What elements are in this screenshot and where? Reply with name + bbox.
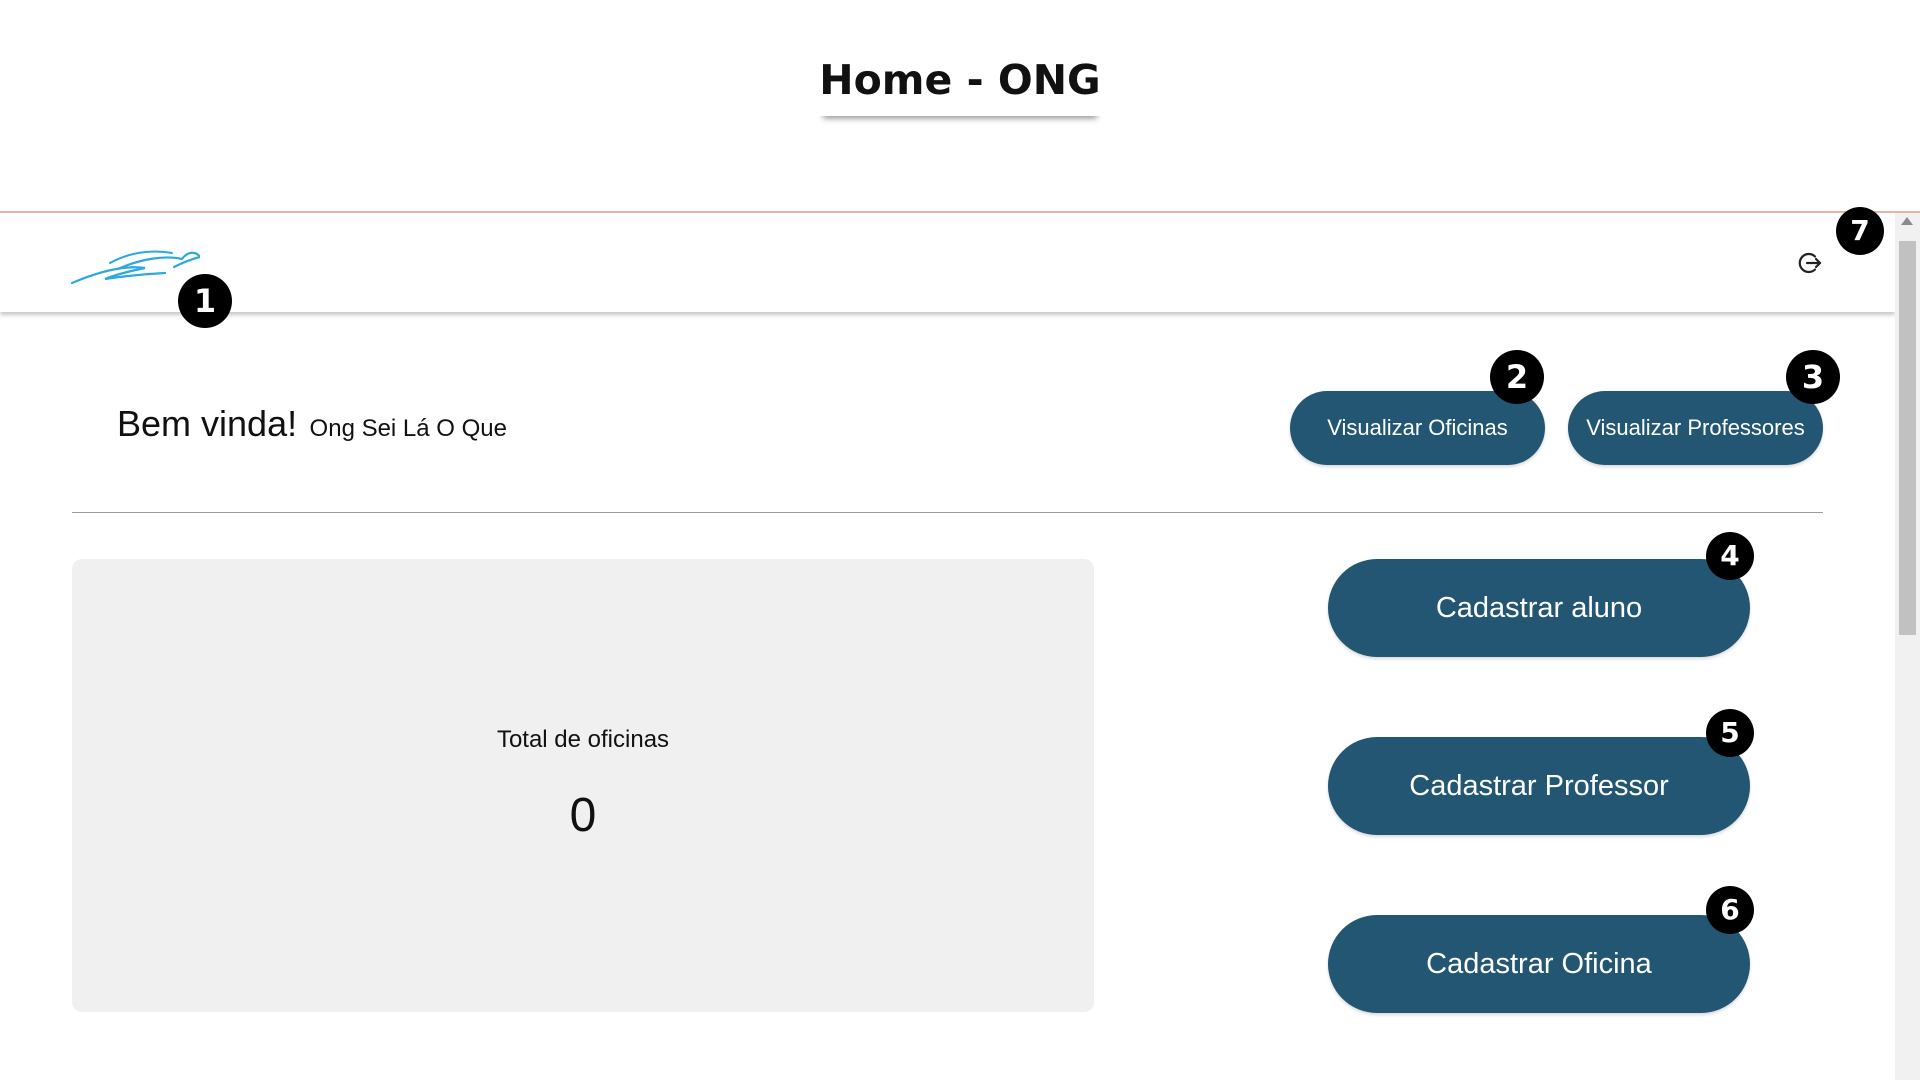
org-name: Ong Sei Lá O Que (309, 415, 507, 442)
scroll-up-arrow-icon[interactable] (1901, 217, 1913, 225)
total-workshops-value: 0 (569, 789, 597, 842)
annotation-marker-3: 3 (1786, 350, 1840, 404)
register-student-button[interactable]: Cadastrar aluno (1328, 559, 1750, 657)
logout-icon[interactable] (1797, 250, 1823, 276)
total-workshops-card: Total de oficinas 0 (72, 559, 1094, 1012)
page-title-text: Home - ONG (817, 56, 1102, 116)
annotation-marker-1: 1 (178, 274, 232, 328)
welcome-greeting: Bem vinda! (117, 403, 298, 444)
app-viewport: Bem vinda! Ong Sei Lá O Que Visualizar O… (0, 213, 1920, 1080)
annotation-marker-7: 7 (1836, 207, 1884, 255)
scrollbar-thumb[interactable] (1899, 241, 1916, 635)
register-workshop-button[interactable]: Cadastrar Oficina (1328, 915, 1750, 1013)
annotation-marker-6: 6 (1706, 886, 1754, 934)
vertical-scrollbar[interactable] (1895, 213, 1920, 1080)
annotation-marker-5: 5 (1706, 709, 1754, 757)
welcome-message: Bem vinda! Ong Sei Lá O Que (117, 403, 507, 445)
page-title: Home - ONG (0, 56, 1920, 116)
register-teacher-button[interactable]: Cadastrar Professor (1328, 737, 1750, 835)
total-workshops-label: Total de oficinas (496, 726, 670, 753)
bird-logo-icon[interactable] (70, 241, 200, 287)
page-header: Home - ONG (0, 0, 1920, 212)
view-teachers-button[interactable]: Visualizar Professores (1568, 391, 1823, 465)
annotation-marker-2: 2 (1490, 350, 1544, 404)
section-divider (72, 512, 1823, 513)
annotation-marker-4: 4 (1706, 532, 1754, 580)
navbar (0, 213, 1895, 312)
